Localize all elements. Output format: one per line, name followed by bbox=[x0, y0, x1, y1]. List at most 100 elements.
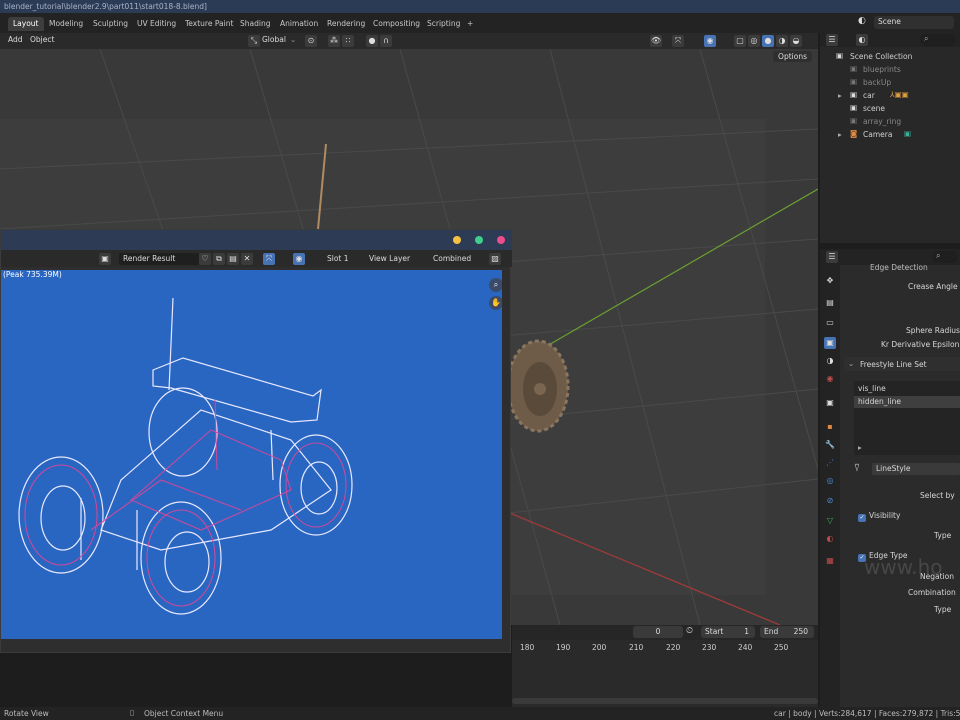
object-tab-icon[interactable]: ▪ bbox=[824, 421, 836, 433]
fake-user-icon[interactable]: ♡ bbox=[199, 253, 211, 265]
world-tab-icon[interactable]: ◉ bbox=[824, 373, 836, 385]
rotate-view-hint: Rotate View bbox=[4, 709, 49, 718]
tab-compositing[interactable]: Compositing bbox=[368, 17, 425, 31]
scene-selector[interactable]: Scene bbox=[874, 16, 954, 29]
tab-texture-paint[interactable]: Texture Paint bbox=[180, 17, 238, 31]
maximize-button[interactable] bbox=[475, 236, 483, 244]
chevron-down-icon: ⌄ bbox=[290, 35, 297, 44]
proportional-edit-icon[interactable]: ● bbox=[366, 35, 378, 47]
display-channels-icon[interactable]: ▨ bbox=[489, 253, 501, 265]
object-data-tab-icon[interactable]: ▽ bbox=[824, 515, 836, 527]
slot-dropdown[interactable]: Slot 1 bbox=[327, 254, 349, 263]
timeline-area[interactable]: 180 190 200 210 220 230 240 250 bbox=[512, 640, 818, 707]
collection-tab-icon[interactable]: ▣ bbox=[824, 397, 836, 409]
tab-uv-editing[interactable]: UV Editing bbox=[132, 17, 181, 31]
editor-type-icon[interactable]: ☰ bbox=[826, 251, 838, 263]
texture-tab-icon[interactable]: ▦ bbox=[824, 555, 836, 567]
overlay-icon[interactable]: ◉ bbox=[704, 35, 716, 47]
tab-sculpting[interactable]: Sculpting bbox=[88, 17, 133, 31]
expand-arrow-icon[interactable]: ▸ bbox=[838, 130, 842, 139]
zoom-icon[interactable]: ⌕ bbox=[489, 278, 502, 292]
outliner-item[interactable]: ▣ blueprints bbox=[820, 64, 960, 77]
collection-icon: ▣ bbox=[850, 116, 858, 125]
lineset-item-selected[interactable]: hidden_line bbox=[854, 396, 960, 408]
constraints-tab-icon[interactable]: ⊘ bbox=[824, 495, 836, 507]
search-icon: ⌕ bbox=[924, 34, 929, 43]
lineset-item[interactable]: vis_line bbox=[858, 384, 886, 393]
clock-icon[interactable]: ⏲ bbox=[686, 626, 698, 638]
material-shading-icon[interactable]: ◑ bbox=[776, 35, 788, 47]
start-frame-field[interactable]: Start 1 bbox=[701, 626, 755, 638]
image-name-field[interactable]: Render Result bbox=[119, 253, 199, 265]
add-menu[interactable]: Add bbox=[8, 35, 23, 47]
list-expand-icon[interactable]: ▸ bbox=[858, 443, 862, 452]
properties-tab-column: ✥ ▤ ▭ ▣ ◑ ◉ ▣ ▪ 🔧 ⋰ ◎ ⊘ ▽ ◐ ▦ bbox=[820, 265, 840, 707]
outliner-item[interactable]: ▣ array_ring bbox=[820, 116, 960, 129]
outliner-item[interactable]: ▸ ▣ car ⅄▣▣ bbox=[820, 90, 960, 103]
outliner-item[interactable]: ▣ backUp bbox=[820, 77, 960, 90]
physics-tab-icon[interactable]: ◎ bbox=[824, 475, 836, 487]
current-frame-field[interactable]: 0 bbox=[633, 626, 683, 638]
expand-arrow-icon[interactable]: ▸ bbox=[838, 91, 842, 100]
view-layer-dropdown[interactable]: View Layer bbox=[369, 254, 410, 263]
gizmo-icon[interactable]: ⤧ bbox=[263, 253, 275, 265]
outliner-item[interactable]: ▸ ◙ Camera ▣ bbox=[820, 129, 960, 142]
duplicate-icon[interactable]: ⧉ bbox=[213, 253, 225, 265]
hand-pan-icon[interactable]: ✋ bbox=[489, 296, 502, 310]
outliner-root-row[interactable]: ▣ Scene Collection bbox=[820, 51, 960, 64]
transform-orientation-icon[interactable]: ⤡ bbox=[248, 35, 260, 47]
image-editor-type-icon[interactable]: ▣ bbox=[99, 253, 111, 265]
minimize-button[interactable] bbox=[453, 236, 461, 244]
search-input[interactable]: ⌕ bbox=[932, 251, 958, 263]
tab-scripting[interactable]: Scripting bbox=[422, 17, 465, 31]
render-window-titlebar[interactable] bbox=[1, 230, 512, 250]
snap-icon[interactable]: ⁂ bbox=[328, 35, 340, 47]
linestyle-field[interactable]: LineStyle bbox=[872, 463, 960, 475]
gizmo-icon[interactable]: ⤧ bbox=[672, 35, 684, 47]
wireframe-shading-icon[interactable]: ◎ bbox=[748, 35, 760, 47]
timeline-scrollbar[interactable] bbox=[512, 698, 818, 704]
transform-orientation-dropdown[interactable]: Global bbox=[262, 35, 286, 47]
particles-tab-icon[interactable]: ⋰ bbox=[824, 457, 836, 469]
tab-animation[interactable]: Animation bbox=[275, 17, 323, 31]
render-image[interactable]: ⌕ ✋ bbox=[1, 270, 502, 639]
output-tab-icon[interactable]: ▭ bbox=[824, 317, 836, 329]
tool-tab-icon[interactable]: ✥ bbox=[824, 275, 836, 287]
display-mode-icon[interactable]: ◐ bbox=[856, 34, 868, 46]
rendered-shading-icon[interactable]: ◒ bbox=[790, 35, 802, 47]
xray-icon[interactable]: ▢ bbox=[734, 35, 746, 47]
options-button[interactable]: Options bbox=[773, 51, 812, 62]
search-input[interactable]: ⌕ bbox=[920, 34, 956, 46]
tab-layout[interactable]: Layout bbox=[8, 17, 44, 31]
visibility-checkbox[interactable]: ✓ Visibility bbox=[858, 511, 900, 522]
watermark-text: www.ho bbox=[864, 555, 943, 579]
folder-icon[interactable]: ▤ bbox=[227, 253, 239, 265]
snap-target-icon[interactable]: ∷ bbox=[342, 35, 354, 47]
tab-rendering[interactable]: Rendering bbox=[322, 17, 370, 31]
lineset-panel-header[interactable]: ⌄ Freestyle Line Set bbox=[844, 357, 960, 371]
view-layer-tab-icon[interactable]: ▣ bbox=[824, 337, 836, 349]
modifier-tab-icon[interactable]: 🔧 bbox=[824, 439, 836, 451]
render-pass-dropdown[interactable]: Combined bbox=[433, 254, 471, 263]
crease-angle-label: Crease Angle bbox=[908, 282, 958, 291]
material-tab-icon[interactable]: ◐ bbox=[824, 533, 836, 545]
scene-tab-icon[interactable]: ◑ bbox=[824, 355, 836, 367]
falloff-icon[interactable]: ∩ bbox=[380, 35, 392, 47]
edge-detection-subpanel[interactable]: Edge Detection bbox=[870, 263, 928, 272]
solid-shading-icon[interactable]: ● bbox=[762, 35, 774, 47]
frame-tick-label: 190 bbox=[556, 643, 571, 652]
chevron-down-icon: ⌄ bbox=[848, 359, 855, 368]
overlay-icon[interactable]: ◉ bbox=[293, 253, 305, 265]
close-button[interactable] bbox=[497, 236, 505, 244]
outliner-item[interactable]: ▣ scene bbox=[820, 103, 960, 116]
pivot-icon[interactable]: ⊙ bbox=[305, 35, 317, 47]
add-workspace-button[interactable]: + bbox=[462, 17, 478, 31]
object-menu[interactable]: Object bbox=[30, 35, 54, 47]
render-tab-icon[interactable]: ▤ bbox=[824, 297, 836, 309]
end-frame-field[interactable]: End 250 bbox=[760, 626, 814, 638]
tab-modeling[interactable]: Modeling bbox=[44, 17, 88, 31]
editor-type-icon[interactable]: ☰ bbox=[826, 34, 838, 46]
visibility-icon[interactable]: 👁 bbox=[650, 35, 662, 47]
tab-shading[interactable]: Shading bbox=[235, 17, 275, 31]
unlink-icon[interactable]: ✕ bbox=[241, 253, 253, 265]
